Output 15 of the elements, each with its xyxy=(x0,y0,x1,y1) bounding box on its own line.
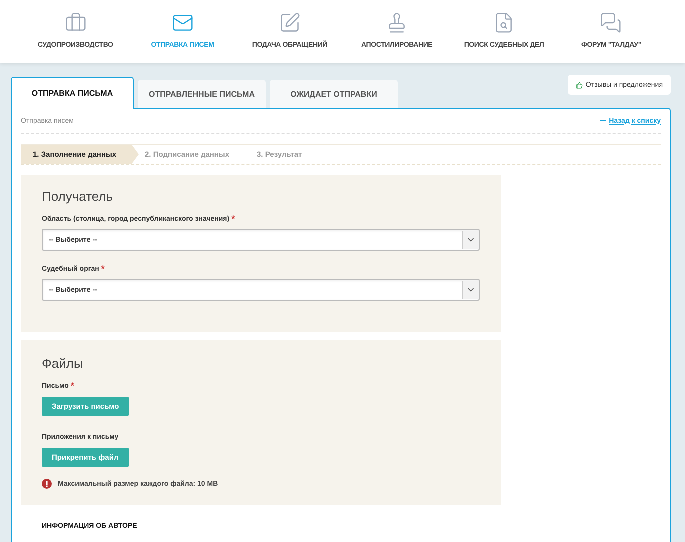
tab[interactable]: ОТПРАВЛЕННЫЕ ПИСЬМА xyxy=(138,80,266,108)
tab[interactable]: ОТПРАВКА ПИСЬМА xyxy=(11,77,134,109)
dash-icon xyxy=(600,120,606,122)
thumbs-up-icon xyxy=(576,82,583,88)
warning-icon xyxy=(42,479,52,489)
envelope-icon xyxy=(172,12,194,34)
required-mark: * xyxy=(70,383,74,390)
tab[interactable]: ОЖИДАЕТ ОТПРАВКИ xyxy=(270,80,398,108)
briefcase-icon xyxy=(64,12,87,34)
section-title: Получатель xyxy=(42,189,114,204)
required-mark: * xyxy=(232,216,236,223)
section-title: Файлы xyxy=(42,356,84,371)
chat-icon xyxy=(600,12,622,34)
required-mark: * xyxy=(101,266,105,273)
pen-icon xyxy=(278,12,301,34)
